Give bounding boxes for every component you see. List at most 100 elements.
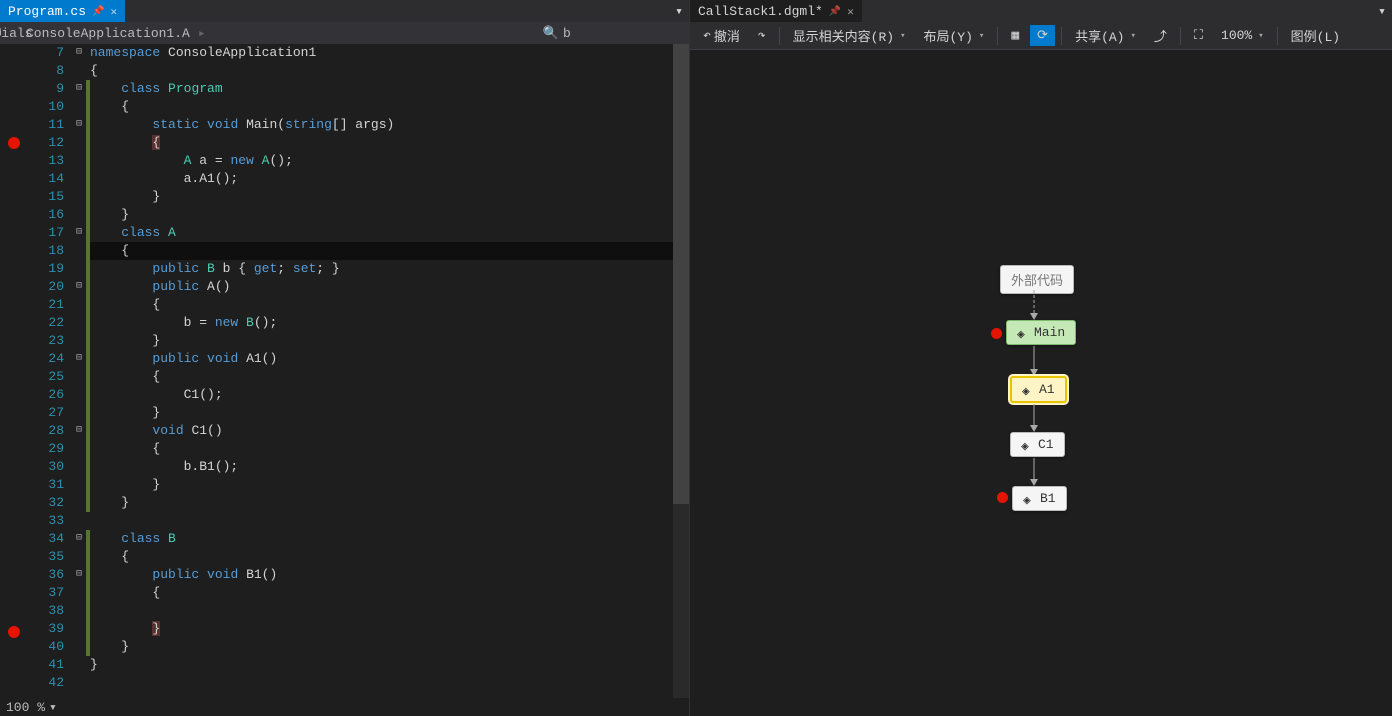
pin-icon[interactable]: 📌 xyxy=(92,6,104,18)
node-c1[interactable]: ◈ C1 xyxy=(1010,432,1065,457)
code-line[interactable]: { xyxy=(90,296,689,314)
code-line[interactable]: class Program xyxy=(90,80,689,98)
refresh-toggle[interactable]: ⟳ xyxy=(1030,25,1055,46)
code-line[interactable] xyxy=(90,674,689,692)
fold-toggle[interactable]: ⊟ xyxy=(72,278,86,296)
code-line[interactable]: { xyxy=(90,440,689,458)
zoom-level[interactable]: 100 % xyxy=(6,700,45,715)
line-number: 7 xyxy=(28,44,64,62)
tab-label: CallStack1.dgml* xyxy=(698,4,823,19)
tab-overflow-dropdown[interactable]: ▾ xyxy=(669,0,689,22)
breakpoint-margin[interactable] xyxy=(0,44,28,698)
legend-button[interactable]: 图例(L) xyxy=(1284,23,1347,48)
tab-overflow-dropdown[interactable]: ▾ xyxy=(1372,0,1392,22)
breakpoint-icon[interactable] xyxy=(8,137,20,149)
line-number: 8 xyxy=(28,62,64,80)
code-line[interactable]: } xyxy=(90,206,689,224)
share-dropdown[interactable]: 共享(A) xyxy=(1068,23,1143,48)
method-icon: ◈ xyxy=(1017,327,1029,339)
fold-toggle xyxy=(72,62,86,80)
fold-toggle xyxy=(72,620,86,638)
code-line[interactable]: A a = new A(); xyxy=(90,152,689,170)
node-b1[interactable]: ◈ B1 xyxy=(1012,486,1067,511)
code-line[interactable]: void C1() xyxy=(90,422,689,440)
pin-icon[interactable]: 📌 xyxy=(829,6,841,18)
code-line[interactable]: public void B1() xyxy=(90,566,689,584)
export-button[interactable]: ⤴ xyxy=(1147,23,1174,48)
code-area[interactable]: namespace ConsoleApplication1{ class Pro… xyxy=(90,44,689,698)
breakpoint-icon[interactable] xyxy=(8,626,20,638)
dgml-toolbar: ↶ 撤消 ↷ 显示相关内容(R) 布局(Y) ▦ ⟳ 共享(A) ⤴ ⛶ 100… xyxy=(690,22,1392,50)
code-line[interactable]: class B xyxy=(90,530,689,548)
callstack-graph[interactable]: 外部代码 ◈ Main ◈ A1 ◈ C1 ◈ B1 xyxy=(690,50,1392,716)
code-line[interactable]: } xyxy=(90,638,689,656)
scrollbar-thumb[interactable] xyxy=(673,44,689,504)
code-line[interactable]: class A xyxy=(90,224,689,242)
node-a1[interactable]: ◈ A1 xyxy=(1010,376,1067,403)
close-icon[interactable]: ✕ xyxy=(847,5,854,19)
code-line[interactable]: { xyxy=(90,98,689,116)
code-line[interactable]: { xyxy=(90,242,689,260)
line-number: 10 xyxy=(28,98,64,116)
code-line[interactable]: public void A1() xyxy=(90,350,689,368)
code-editor[interactable]: 7891011121314151617181920212223242526272… xyxy=(0,44,689,698)
fold-toggle[interactable]: ⊟ xyxy=(72,44,86,62)
close-icon[interactable]: ✕ xyxy=(110,5,117,19)
code-line[interactable]: } xyxy=(90,332,689,350)
code-line[interactable]: public B b { get; set; } xyxy=(90,260,689,278)
node-external-code[interactable]: 外部代码 xyxy=(1000,265,1074,294)
fold-toggle xyxy=(72,602,86,620)
zoom-dropdown-icon[interactable]: ▾ xyxy=(49,700,57,715)
fold-toggle[interactable]: ⊟ xyxy=(72,350,86,368)
tab-callstack-dgml[interactable]: CallStack1.dgml* 📌 ✕ xyxy=(690,0,862,22)
fold-toggle[interactable]: ⊟ xyxy=(72,80,86,98)
code-line[interactable]: { xyxy=(90,368,689,386)
code-line[interactable]: } xyxy=(90,494,689,512)
fold-toggle[interactable]: ⊟ xyxy=(72,422,86,440)
line-number: 36 xyxy=(28,566,64,584)
code-line[interactable]: public A() xyxy=(90,278,689,296)
fit-button[interactable]: ⛶ xyxy=(1187,25,1210,46)
fold-toggle[interactable]: ⊟ xyxy=(72,566,86,584)
code-line[interactable]: { xyxy=(90,584,689,602)
vertical-scrollbar[interactable] xyxy=(673,44,689,698)
filter-button[interactable]: ▦ xyxy=(1004,25,1026,46)
code-line[interactable]: b.B1(); xyxy=(90,458,689,476)
code-line[interactable]: a.A1(); xyxy=(90,170,689,188)
code-line[interactable] xyxy=(90,602,689,620)
fold-margin[interactable]: ⊟ ⊟ ⊟ ⊟ ⊟ ⊟ ⊟ ⊟ ⊟ xyxy=(72,44,86,698)
class-icon: �ials xyxy=(6,26,20,40)
fold-toggle xyxy=(72,368,86,386)
member-search-input[interactable] xyxy=(563,26,683,41)
scope-dropdown[interactable]: ConsoleApplication1.A xyxy=(26,26,190,41)
line-number: 21 xyxy=(28,296,64,314)
code-line[interactable]: namespace ConsoleApplication1 xyxy=(90,44,689,62)
code-line[interactable]: } xyxy=(90,620,689,638)
undo-button[interactable]: ↶ 撤消 xyxy=(696,23,747,48)
code-line[interactable]: { xyxy=(90,62,689,80)
layout-dropdown[interactable]: 布局(Y) xyxy=(917,23,992,48)
fold-toggle[interactable]: ⊟ xyxy=(72,530,86,548)
fold-toggle xyxy=(72,386,86,404)
zoom-dropdown[interactable]: 100% xyxy=(1214,25,1271,46)
code-line[interactable] xyxy=(90,512,689,530)
fold-toggle[interactable]: ⊟ xyxy=(72,116,86,134)
code-line[interactable]: } xyxy=(90,656,689,674)
line-number: 30 xyxy=(28,458,64,476)
code-line[interactable]: { xyxy=(90,548,689,566)
tab-program-cs[interactable]: Program.cs 📌 ✕ xyxy=(0,0,125,22)
redo-button[interactable]: ↷ xyxy=(751,25,773,46)
node-main[interactable]: ◈ Main xyxy=(1006,320,1076,345)
show-related-dropdown[interactable]: 显示相关内容(R) xyxy=(786,23,913,48)
code-line[interactable]: C1(); xyxy=(90,386,689,404)
code-line[interactable]: } xyxy=(90,476,689,494)
code-line[interactable]: static void Main(string[] args) xyxy=(90,116,689,134)
fold-toggle[interactable]: ⊟ xyxy=(72,224,86,242)
code-line[interactable]: } xyxy=(90,404,689,422)
filter-icon: ▦ xyxy=(1011,28,1019,43)
code-line[interactable]: b = new B(); xyxy=(90,314,689,332)
code-line[interactable]: { xyxy=(90,134,689,152)
code-line[interactable]: } xyxy=(90,188,689,206)
dgml-pane: CallStack1.dgml* 📌 ✕ ▾ ↶ 撤消 ↷ 显示相关内容(R) … xyxy=(690,0,1392,716)
line-number: 17 xyxy=(28,224,64,242)
